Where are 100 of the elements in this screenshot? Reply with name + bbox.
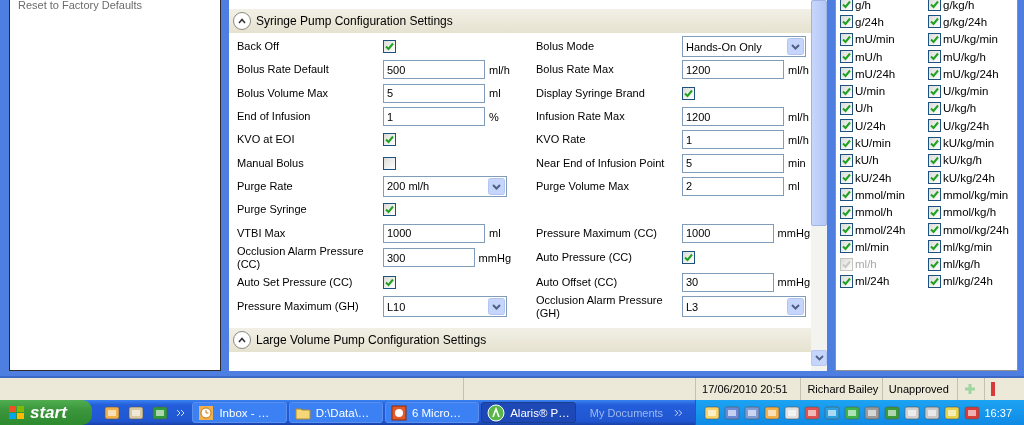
checkbox[interactable]	[928, 153, 941, 167]
scroll-thumb[interactable]	[811, 0, 827, 226]
input-field[interactable]: 1000	[383, 223, 485, 243]
checkbox[interactable]	[928, 15, 941, 29]
checkbox[interactable]	[383, 156, 396, 170]
input-field[interactable]: 1200	[682, 107, 784, 127]
input-field[interactable]: 2	[682, 176, 784, 196]
dropdown[interactable]: L10	[383, 296, 507, 318]
checkbox[interactable]	[840, 50, 853, 64]
checkbox[interactable]	[840, 32, 853, 46]
taskbar-button[interactable]: Inbox - …	[192, 402, 287, 423]
unit-option[interactable]: mmol/min	[840, 186, 928, 204]
checkbox[interactable]	[840, 84, 853, 98]
checkbox[interactable]	[383, 275, 396, 289]
checkbox[interactable]	[928, 205, 941, 219]
input-field[interactable]: 1	[682, 130, 784, 150]
unit-option[interactable]: g/kg/24h	[928, 13, 1017, 31]
tray-icon[interactable]	[744, 404, 761, 421]
unit-option[interactable]: U/kg/h	[928, 99, 1017, 118]
checkbox[interactable]	[840, 15, 853, 29]
checkbox[interactable]	[928, 101, 941, 115]
start-button[interactable]: start	[0, 400, 93, 425]
checkbox[interactable]	[840, 188, 853, 202]
unit-option[interactable]: kU/kg/min	[928, 134, 1017, 152]
checkbox[interactable]	[840, 274, 853, 288]
checkbox[interactable]	[840, 223, 853, 236]
checkbox[interactable]	[840, 136, 853, 150]
scrollbar[interactable]	[811, 0, 827, 372]
unit-option[interactable]: mmol/kg/min	[928, 186, 1017, 204]
checkbox[interactable]	[928, 32, 941, 46]
tray-icon[interactable]	[864, 404, 881, 421]
checkbox[interactable]	[383, 40, 396, 54]
unit-option[interactable]: mmol/kg/h	[928, 203, 1017, 221]
chevron-icon[interactable]	[176, 408, 187, 417]
unit-option[interactable]: mU/min	[840, 30, 928, 48]
unit-option[interactable]: U/min	[840, 82, 928, 100]
bar-icon[interactable]	[991, 382, 996, 397]
unit-option[interactable]: g/h	[840, 0, 928, 14]
dropdown[interactable]: 200 ml/h	[383, 175, 507, 197]
input-field[interactable]: 1200	[682, 60, 784, 80]
unit-option[interactable]: ml/kg/h	[928, 255, 1017, 273]
unit-option[interactable]: mmol/h	[840, 203, 928, 221]
tray-icon[interactable]	[824, 404, 841, 421]
checkbox[interactable]	[383, 203, 396, 217]
checkbox[interactable]	[840, 153, 853, 167]
input-field[interactable]: 1000	[682, 223, 774, 243]
dropdown[interactable]: L3	[682, 296, 806, 318]
checkbox[interactable]	[840, 240, 853, 254]
unit-option[interactable]: ml/24h	[840, 272, 928, 291]
checkbox[interactable]	[928, 136, 941, 150]
tray-icon[interactable]	[764, 404, 781, 421]
dropdown[interactable]: Hands-On Only	[682, 36, 806, 58]
unit-option[interactable]: kU/h	[840, 151, 928, 169]
unit-option[interactable]: ml/kg/24h	[928, 272, 1017, 291]
tray-icon[interactable]	[704, 404, 721, 421]
checkbox[interactable]	[928, 0, 941, 12]
chevron-icon[interactable]	[673, 408, 684, 417]
checkbox[interactable]	[383, 133, 396, 147]
checkbox[interactable]	[682, 86, 695, 100]
input-field[interactable]: 1	[383, 107, 485, 127]
tray-icon[interactable]	[804, 404, 821, 421]
checkbox[interactable]	[928, 223, 941, 236]
checkbox[interactable]	[928, 188, 941, 202]
input-field[interactable]: 30	[682, 272, 774, 292]
input-field[interactable]: 5	[383, 83, 485, 103]
tray-icon[interactable]	[944, 404, 961, 421]
unit-option[interactable]: kU/24h	[840, 168, 928, 187]
unit-option[interactable]: U/kg/24h	[928, 117, 1017, 135]
collapse-button[interactable]	[233, 12, 251, 30]
unit-option[interactable]: kU/kg/h	[928, 151, 1017, 169]
tray-icon[interactable]	[924, 404, 941, 421]
checkbox[interactable]	[840, 67, 853, 81]
unit-option[interactable]: ml/kg/min	[928, 238, 1017, 256]
unit-option[interactable]: mmol/kg/24h	[928, 220, 1017, 239]
tray-icon[interactable]	[784, 404, 801, 421]
checkbox[interactable]	[928, 119, 941, 133]
checkbox[interactable]	[840, 0, 853, 12]
checkbox[interactable]	[840, 101, 853, 115]
checkbox[interactable]	[928, 274, 941, 288]
checkbox[interactable]	[928, 50, 941, 64]
collapse-button[interactable]	[233, 330, 251, 349]
tray-icon[interactable]	[904, 404, 921, 421]
unit-option[interactable]: mU/24h	[840, 65, 928, 83]
taskbar-button[interactable]: 6 Micro…	[384, 402, 480, 423]
tray-icon[interactable]	[724, 404, 741, 421]
unit-option[interactable]: mU/h	[840, 47, 928, 66]
tray-icon[interactable]	[844, 404, 861, 421]
unit-option[interactable]: U/h	[840, 99, 928, 118]
checkbox[interactable]	[928, 240, 941, 254]
unit-option[interactable]: g/kg/h	[928, 0, 1017, 14]
checkbox[interactable]	[928, 257, 941, 271]
unit-option[interactable]: mmol/24h	[840, 220, 928, 239]
tray-icon[interactable]	[964, 404, 981, 421]
unit-option[interactable]: mU/kg/h	[928, 47, 1017, 66]
unit-option[interactable]: U/kg/min	[928, 82, 1017, 100]
taskbar-button[interactable]: Alaris® P…	[481, 402, 576, 423]
tray-icon[interactable]	[884, 404, 901, 421]
input-field[interactable]: 300	[383, 248, 475, 268]
checkbox[interactable]	[928, 67, 941, 81]
checkbox[interactable]	[840, 205, 853, 219]
